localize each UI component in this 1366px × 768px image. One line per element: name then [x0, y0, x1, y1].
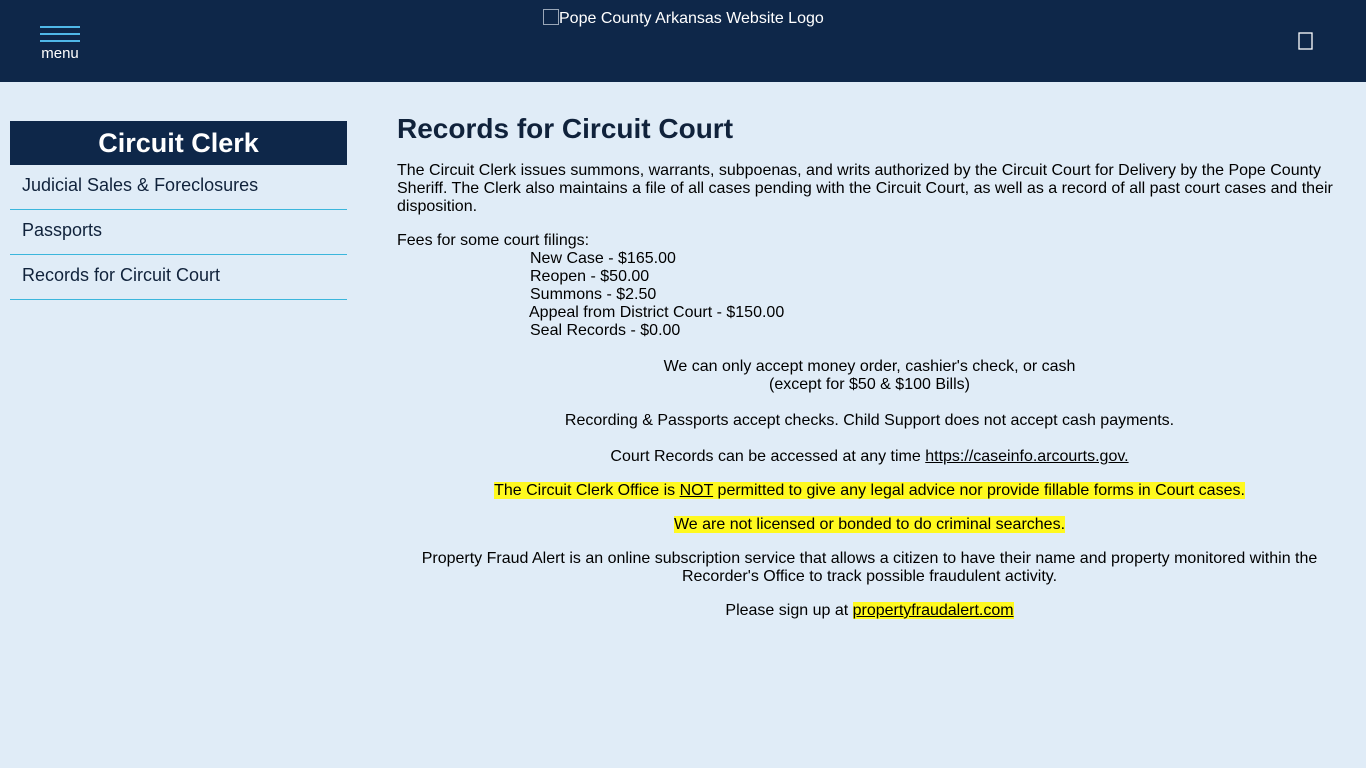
logo-alt-text: Pope County Arkansas Website Logo — [559, 10, 824, 27]
advice-part-1: The Circuit Clerk Office is — [494, 482, 680, 499]
intro-paragraph: The Circuit Clerk issues summons, warran… — [397, 162, 1333, 215]
license-highlight: We are not licensed or bonded to do crim… — [673, 516, 1066, 533]
sidebar-item-judicial-sales[interactable]: Judicial Sales & Foreclosures — [10, 165, 347, 210]
sidebar-item-records-circuit-court[interactable]: Records for Circuit Court — [10, 255, 347, 300]
main-content: Records for Circuit Court The Circuit Cl… — [397, 112, 1342, 620]
fee-item: Reopen - $50.00 — [530, 268, 650, 285]
hamburger-icon — [40, 26, 80, 28]
signup-note: Please sign up at propertyfraudalert.com — [397, 602, 1342, 620]
fees-intro: Fees for some court filings: — [397, 232, 590, 249]
license-note: We are not licensed or bonded to do crim… — [397, 516, 1342, 534]
fee-item: Seal Records - $0.00 — [530, 322, 681, 339]
page-title: Records for Circuit Court — [397, 113, 734, 144]
fee-item: New Case - $165.00 — [530, 250, 676, 267]
hamburger-icon-bar — [40, 33, 80, 35]
sidebar-title: Circuit Clerk — [10, 121, 347, 165]
hamburger-icon-bar — [40, 40, 80, 42]
legal-advice-note: The Circuit Clerk Office is NOT permitte… — [397, 482, 1342, 500]
site-header: menu Pope County Arkansas Website Logo — [0, 0, 1366, 82]
fee-item: Summons - $2.50 — [530, 286, 657, 303]
caseinfo-link[interactable]: https://caseinfo.arcourts.gov. — [925, 448, 1128, 465]
records-note: Court Records can be accessed at any tim… — [397, 448, 1342, 466]
broken-image-icon — [543, 9, 559, 25]
fraud-alert-note: Property Fraud Alert is an online subscr… — [421, 550, 1318, 585]
sidebar: Circuit Clerk Judicial Sales & Foreclosu… — [10, 121, 347, 300]
site-logo[interactable]: Pope County Arkansas Website Logo — [543, 9, 824, 29]
advice-highlight: The Circuit Clerk Office is NOT permitte… — [494, 482, 1245, 499]
records-prefix: Court Records can be accessed at any tim… — [610, 448, 926, 465]
sidebar-item-passports[interactable]: Passports — [10, 210, 347, 255]
menu-button[interactable]: menu — [40, 26, 80, 62]
menu-label: menu — [41, 45, 79, 62]
payment-line-2: (except for $50 & $100 Bills) — [769, 376, 970, 393]
fee-list: New Case - $165.00 Reopen - $50.00 Summo… — [529, 250, 1342, 340]
checks-note: Recording & Passports accept checks. Chi… — [564, 412, 1175, 429]
payment-line-1: We can only accept money order, cashier'… — [663, 358, 1076, 375]
property-fraud-alert-link[interactable]: propertyfraudalert.com — [852, 602, 1014, 619]
payment-note: We can only accept money order, cashier'… — [397, 358, 1342, 394]
advice-not: NOT — [679, 482, 714, 499]
advice-part-2: permitted to give any legal advice nor p… — [713, 482, 1245, 499]
signup-prefix: Please sign up at — [725, 602, 853, 619]
fee-item: Appeal from District Court - $150.00 — [529, 304, 785, 321]
search-icon[interactable] — [1298, 32, 1313, 50]
